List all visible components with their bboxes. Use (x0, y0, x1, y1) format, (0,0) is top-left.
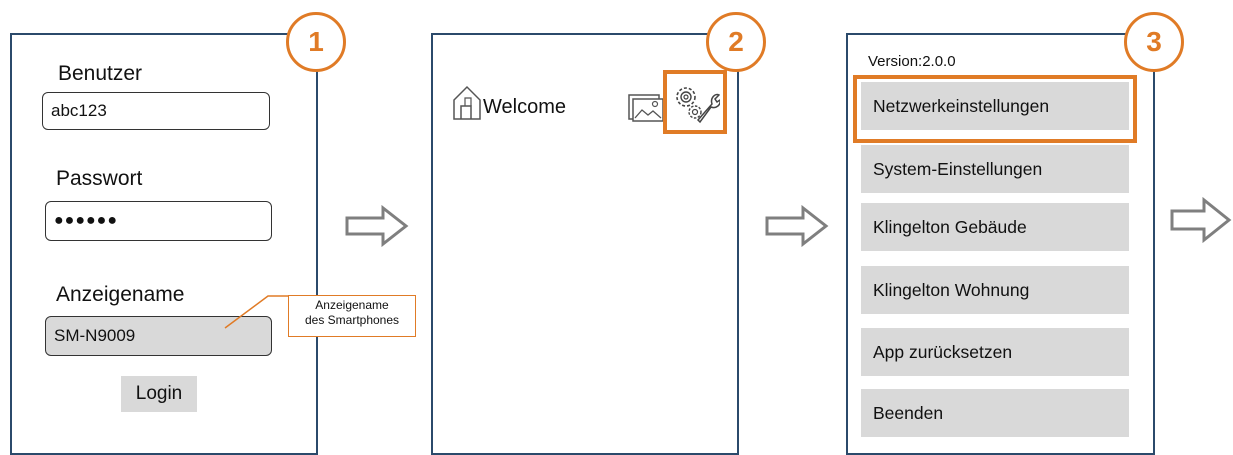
version-text: Version:2.0.0 (868, 53, 956, 70)
callout-line-2: des Smartphones (304, 313, 400, 327)
menu-item-system-settings[interactable]: System-Einstellungen (861, 145, 1129, 193)
display-name-callout: Anzeigename des Smartphones (288, 295, 416, 337)
menu-item-ringtone-apartment[interactable]: Klingelton Wohnung (861, 266, 1129, 314)
arrow-right-icon (1170, 197, 1232, 243)
welcome-text: Welcome (483, 96, 566, 118)
step-badge-2: 2 (706, 12, 766, 72)
network-settings-highlight (853, 75, 1137, 143)
menu-item-quit[interactable]: Beenden (861, 389, 1129, 437)
home-icon (453, 85, 481, 120)
menu-item-reset-app[interactable]: App zurücksetzen (861, 328, 1129, 376)
step-badge-3: 3 (1124, 12, 1184, 72)
arrow-right-icon (765, 205, 829, 247)
image-icon[interactable] (628, 94, 666, 122)
callout-line-1: Anzeigename (315, 298, 389, 312)
menu-item-ringtone-building[interactable]: Klingelton Gebäude (861, 203, 1129, 251)
settings-icon[interactable] (670, 78, 720, 126)
arrow-right-icon (345, 205, 409, 247)
